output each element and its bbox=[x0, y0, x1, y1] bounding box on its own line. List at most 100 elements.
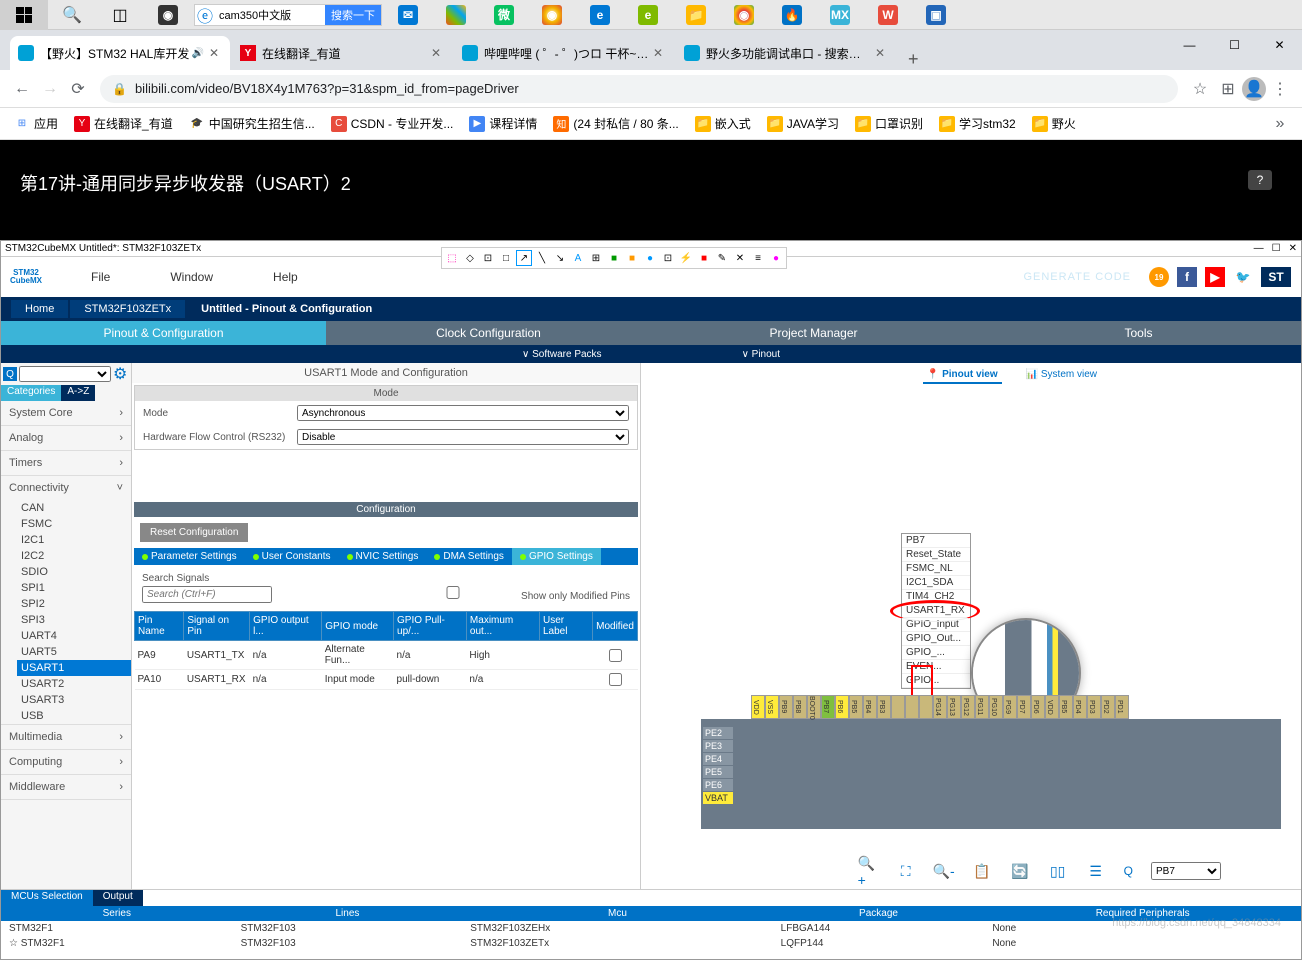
subtab-pinout[interactable]: ∨ Pinout bbox=[742, 349, 780, 360]
tool-icon[interactable]: ⊡ bbox=[660, 250, 676, 266]
reset-button[interactable]: Reset Configuration bbox=[140, 523, 248, 542]
chrome-icon[interactable]: ◉ bbox=[720, 0, 768, 30]
swap-icon[interactable]: 🔄 bbox=[1010, 861, 1030, 881]
pin-option[interactable]: GPIO_... bbox=[902, 646, 970, 660]
chip-pin[interactable]: PG9 bbox=[1003, 695, 1017, 719]
close-icon[interactable]: ✕ bbox=[1289, 243, 1297, 254]
settings-tab[interactable]: GPIO Settings bbox=[512, 548, 601, 565]
category-item[interactable]: SPI3 bbox=[17, 612, 131, 628]
crumb-mcu[interactable]: STM32F103ZETx bbox=[70, 300, 185, 318]
category-item[interactable]: SPI2 bbox=[17, 596, 131, 612]
chip-pin[interactable] bbox=[919, 695, 933, 719]
back-button[interactable]: ← bbox=[8, 75, 36, 103]
category-item[interactable]: FSMC bbox=[17, 516, 131, 532]
bookmark-item[interactable]: 🎓中国研究生招生信... bbox=[183, 111, 321, 136]
browser-tab-3[interactable]: 野火多功能调试串口 - 搜索结果 ✕ bbox=[676, 36, 896, 70]
chip-side-pin[interactable]: PE6 bbox=[703, 779, 733, 791]
search-icon[interactable]: 🔍 bbox=[48, 0, 96, 30]
tool-icon[interactable]: ● bbox=[768, 250, 784, 266]
pin-option[interactable]: GPIO... bbox=[902, 674, 970, 688]
output-row[interactable]: STM32F1STM32F103STM32F103ZEHxLFBGA144Non… bbox=[1, 921, 1301, 936]
menu-file[interactable]: File bbox=[91, 270, 110, 284]
apps-button[interactable]: ⊞应用 bbox=[8, 111, 64, 136]
maximize-button[interactable]: ☐ bbox=[1212, 30, 1257, 60]
chip-pin[interactable] bbox=[891, 695, 905, 719]
chip-pin[interactable]: PB9 bbox=[779, 695, 793, 719]
twitter-icon[interactable]: 🐦 bbox=[1233, 267, 1253, 287]
close-icon[interactable]: ✕ bbox=[206, 46, 222, 60]
list-icon[interactable]: ☰ bbox=[1086, 861, 1106, 881]
video-player[interactable]: 第17讲-通用同步异步收发器（USART）2 ? 野火_fire哥 bbox=[0, 140, 1302, 240]
tab-project[interactable]: Project Manager bbox=[651, 321, 976, 345]
chip-pin[interactable]: PB5 bbox=[849, 695, 863, 719]
category-item[interactable]: I2C1 bbox=[17, 532, 131, 548]
url-bar[interactable]: 🔒 bilibili.com/video/BV18X4y1M763?p=31&s… bbox=[100, 75, 1178, 103]
obs-icon[interactable]: ◉ bbox=[144, 0, 192, 30]
pinout-view-tab[interactable]: 📍 Pinout view bbox=[923, 367, 1002, 384]
maximize-icon[interactable]: ☐ bbox=[1272, 243, 1281, 254]
pin-context-menu[interactable]: PB7Reset_StateFSMC_NLI2C1_SDATIM4_CH2USA… bbox=[901, 533, 971, 689]
generate-code-button[interactable]: GENERATE CODE bbox=[1023, 271, 1131, 283]
mcu-selection-tab[interactable]: MCUs Selection bbox=[1, 890, 93, 906]
mode-select[interactable]: Asynchronous bbox=[297, 405, 629, 421]
category-header[interactable]: Connectivity˅ bbox=[1, 476, 131, 500]
gpio-row[interactable]: PA9USART1_TXn/aAlternate Fun...n/aHigh bbox=[135, 641, 638, 670]
category-header[interactable]: Timers› bbox=[1, 451, 131, 475]
start-button[interactable] bbox=[0, 0, 48, 30]
close-icon[interactable]: ✕ bbox=[650, 46, 666, 60]
tab-az[interactable]: A->Z bbox=[61, 385, 95, 401]
chip-pin[interactable]: PD7 bbox=[1017, 695, 1031, 719]
cubemx-icon[interactable]: MX bbox=[816, 0, 864, 30]
bookmark-item[interactable]: 知(24 封私信 / 80 条... bbox=[547, 111, 684, 136]
category-header[interactable]: System Core› bbox=[1, 401, 131, 425]
category-header[interactable]: Analog› bbox=[1, 426, 131, 450]
chip-pin[interactable] bbox=[905, 695, 919, 719]
category-item[interactable]: USART3 bbox=[17, 692, 131, 708]
bookmark-item[interactable]: 📁野火 bbox=[1026, 111, 1082, 136]
tool-icon[interactable]: ◇ bbox=[462, 250, 478, 266]
tool-icon[interactable]: ■ bbox=[696, 250, 712, 266]
bookmarks-overflow[interactable]: » bbox=[1266, 110, 1294, 138]
menu-help[interactable]: Help bbox=[273, 270, 298, 284]
tool-icon[interactable]: A bbox=[570, 250, 586, 266]
app-icon[interactable]: 🔥 bbox=[768, 0, 816, 30]
filmora-icon[interactable]: ▣ bbox=[912, 0, 960, 30]
system-view-tab[interactable]: 📊 System view bbox=[1022, 367, 1101, 384]
rotate-icon[interactable]: 📋 bbox=[972, 861, 992, 881]
tool-icon[interactable]: ✕ bbox=[732, 250, 748, 266]
category-item[interactable]: CAN bbox=[17, 500, 131, 516]
category-item[interactable]: SPI1 bbox=[17, 580, 131, 596]
tab-tools[interactable]: Tools bbox=[976, 321, 1301, 345]
tool-icon[interactable]: ⚡ bbox=[678, 250, 694, 266]
chip-pin[interactable]: PB5 bbox=[1059, 695, 1073, 719]
minimize-icon[interactable]: — bbox=[1254, 243, 1264, 254]
pin-option[interactable]: EVEN... bbox=[902, 660, 970, 674]
crumb-home[interactable]: Home bbox=[11, 300, 68, 318]
category-item[interactable]: UART5 bbox=[17, 644, 131, 660]
search-input[interactable] bbox=[142, 586, 272, 603]
profile-icon[interactable]: 👤 bbox=[1242, 77, 1266, 101]
audio-icon[interactable]: 🔊 bbox=[192, 48, 204, 59]
bookmark-item[interactable]: 📁学习stm32 bbox=[933, 111, 1022, 136]
wechat-icon[interactable]: 微 bbox=[480, 0, 528, 30]
category-header[interactable]: Multimedia› bbox=[1, 725, 131, 749]
browser-tab-0[interactable]: 【野火】STM32 HAL库开发 🔊 ✕ bbox=[10, 36, 230, 70]
category-item[interactable]: I2C2 bbox=[17, 548, 131, 564]
tool-icon[interactable]: ⬚ bbox=[444, 250, 460, 266]
chip-pin[interactable]: PG11 bbox=[975, 695, 989, 719]
chip-side-pin[interactable]: PE3 bbox=[703, 740, 733, 752]
ie-search-bar[interactable]: ⓔ 搜索一下 bbox=[194, 4, 382, 26]
ms-icon[interactable] bbox=[432, 0, 480, 30]
settings-tab[interactable]: User Constants bbox=[245, 548, 339, 565]
star-icon[interactable]: ☆ bbox=[1186, 75, 1214, 103]
chip-pin[interactable]: PG10 bbox=[989, 695, 1003, 719]
pin-option[interactable]: USART1_RX bbox=[902, 604, 970, 618]
youtube-icon[interactable]: ▶ bbox=[1205, 267, 1225, 287]
chip-pin[interactable]: PB8 bbox=[793, 695, 807, 719]
tool-icon[interactable]: ● bbox=[642, 250, 658, 266]
close-button[interactable]: ✕ bbox=[1257, 30, 1302, 60]
chip-pin[interactable]: PD2 bbox=[1101, 695, 1115, 719]
chip-area[interactable]: PB7Reset_StateFSMC_NLI2C1_SDATIM4_CH2USA… bbox=[701, 533, 1281, 829]
tab-clock[interactable]: Clock Configuration bbox=[326, 321, 651, 345]
modified-checkbox[interactable] bbox=[388, 586, 518, 599]
